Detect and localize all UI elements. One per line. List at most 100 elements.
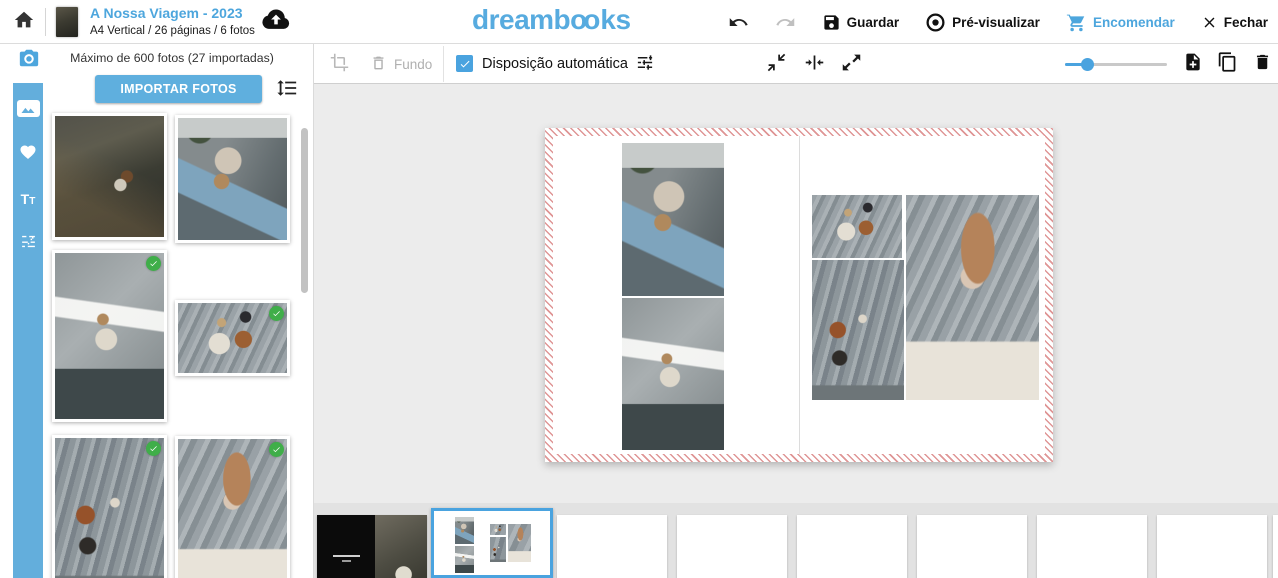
photo-thumb-couple-on-rocks-railing[interactable] xyxy=(52,113,167,240)
cover-title-line xyxy=(333,555,360,557)
background-label: Fundo xyxy=(394,57,432,72)
project-title[interactable]: A Nossa Viagem - 2023 xyxy=(90,5,255,23)
cover-subtitle-line xyxy=(342,560,351,562)
sidebar-item-favorites[interactable] xyxy=(13,139,43,169)
auto-layout-checkbox[interactable] xyxy=(456,55,473,72)
spread-photo-couple-standing[interactable] xyxy=(812,195,902,258)
sidebar: TT xyxy=(13,83,43,578)
merge-pages-button[interactable] xyxy=(803,54,826,75)
used-check-icon xyxy=(146,256,161,271)
top-bar: A Nossa Viagem - 2023 A4 Vertical / 26 p… xyxy=(0,0,1278,44)
shuffle-layout-button[interactable] xyxy=(766,54,787,75)
page-thumb-empty[interactable] xyxy=(1157,515,1267,578)
dreambooks-editor: A Nossa Viagem - 2023 A4 Vertical / 26 p… xyxy=(0,0,1278,578)
photo-thumb-woman-with-hat[interactable] xyxy=(175,436,290,578)
heart-icon xyxy=(19,143,37,165)
photo-limit-text: Máximo de 600 fotos (27 importadas) xyxy=(44,51,300,65)
page-thumb-empty[interactable] xyxy=(677,515,787,578)
sidebar-item-photos[interactable] xyxy=(13,93,43,123)
preview-eye-icon xyxy=(925,12,946,33)
cover-title-area xyxy=(317,515,375,578)
toolbar-divider xyxy=(443,46,444,82)
text-icon: TT xyxy=(21,191,36,207)
mini-photo xyxy=(455,517,474,544)
auto-layout-options-button[interactable] xyxy=(635,55,655,74)
page-thumb-empty[interactable] xyxy=(797,515,907,578)
used-check-icon xyxy=(269,306,284,321)
crop-icon xyxy=(330,53,349,77)
page-thumb-current-spread[interactable] xyxy=(431,508,553,578)
trash-outline-icon xyxy=(370,54,387,75)
add-page-button[interactable] xyxy=(1183,53,1203,75)
save-icon xyxy=(822,13,841,32)
project-info: A Nossa Viagem - 2023 A4 Vertical / 26 p… xyxy=(90,5,255,38)
import-photos-button[interactable]: IMPORTAR FOTOS xyxy=(95,75,262,103)
spread-photo-woman-with-hat[interactable] xyxy=(906,195,1039,400)
line-spacing-icon xyxy=(276,77,298,104)
page-thumb-cover[interactable] xyxy=(317,515,427,578)
auto-layout-label[interactable]: Disposição automática xyxy=(482,44,628,84)
zoom-slider-thumb[interactable] xyxy=(1081,58,1094,71)
book-spread[interactable] xyxy=(545,128,1053,462)
add-page-icon xyxy=(1183,51,1203,78)
page-thumb-empty-partial[interactable] xyxy=(1273,515,1278,578)
used-check-icon xyxy=(146,441,161,456)
redo-button[interactable] xyxy=(775,12,796,33)
spread-pages xyxy=(553,136,1045,454)
spread-photo-woman-leaning-from-boat[interactable] xyxy=(622,143,724,296)
photo-panel-scrollbar[interactable] xyxy=(301,128,308,293)
checkmark-icon xyxy=(459,58,471,70)
header-actions: Guardar Pré-visualizar Encomendar Fechar xyxy=(728,0,1268,44)
image-icon xyxy=(17,100,40,117)
sidebar-item-settings[interactable] xyxy=(13,229,43,259)
project-specs: A4 Vertical / 26 páginas / 6 fotos xyxy=(90,24,255,38)
dreambooks-logo: dreambooks xyxy=(472,4,631,36)
expand-icon xyxy=(841,52,862,78)
zoom-slider[interactable] xyxy=(1065,56,1167,73)
tune-icon xyxy=(635,53,655,77)
page-thumb-empty[interactable] xyxy=(1037,515,1147,578)
background-button[interactable]: Fundo xyxy=(370,54,432,75)
cover-photo xyxy=(375,515,427,578)
pages-strip xyxy=(314,503,1278,578)
cloud-upload-icon xyxy=(262,8,290,37)
merge-horizontal-icon xyxy=(803,52,826,78)
sidebar-item-camera[interactable] xyxy=(17,49,41,71)
page-thumb-empty[interactable] xyxy=(917,515,1027,578)
sort-photos-button[interactable] xyxy=(276,79,298,101)
duplicate-page-button[interactable] xyxy=(1217,53,1238,75)
cloud-sync-button[interactable] xyxy=(262,9,290,35)
close-label: Fechar xyxy=(1224,15,1268,30)
mini-photo xyxy=(455,546,474,573)
order-button[interactable]: Encomendar xyxy=(1066,12,1175,33)
save-button[interactable]: Guardar xyxy=(822,13,900,32)
editor-canvas[interactable] xyxy=(314,84,1278,503)
home-button[interactable] xyxy=(12,10,36,34)
photo-thumb-woman-sitting-on-boat[interactable] xyxy=(52,250,167,422)
header-divider xyxy=(45,8,46,36)
photo-thumb-woman-leaning-from-boat[interactable] xyxy=(175,115,290,243)
panel-divider xyxy=(313,44,314,578)
delete-page-icon xyxy=(1253,51,1272,78)
spread-photo-woman-sitting-on-boat[interactable] xyxy=(622,298,724,450)
delete-page-button[interactable] xyxy=(1253,53,1272,75)
spread-photo-couple-on-rocks[interactable] xyxy=(812,260,904,400)
save-label: Guardar xyxy=(847,15,900,30)
expand-layout-button[interactable] xyxy=(841,54,862,75)
photo-thumb-couple-on-rocks[interactable] xyxy=(52,435,167,578)
project-cover-thumbnail[interactable] xyxy=(56,7,78,37)
preview-button[interactable]: Pré-visualizar xyxy=(925,12,1040,33)
home-icon xyxy=(13,9,35,36)
crop-button[interactable] xyxy=(330,55,349,74)
undo-button[interactable] xyxy=(728,12,749,33)
page-thumb-empty[interactable] xyxy=(557,515,667,578)
close-icon xyxy=(1201,14,1218,31)
mini-photo xyxy=(490,537,506,562)
camera-icon xyxy=(17,47,41,74)
photo-panel: Máximo de 600 fotos (27 importadas) IMPO… xyxy=(44,44,313,578)
close-button[interactable]: Fechar xyxy=(1201,14,1268,31)
photo-thumb-couple-standing[interactable] xyxy=(175,300,290,376)
vertical-sliders-icon xyxy=(20,233,37,255)
undo-icon xyxy=(728,12,749,33)
sidebar-item-text[interactable]: TT xyxy=(13,184,43,214)
